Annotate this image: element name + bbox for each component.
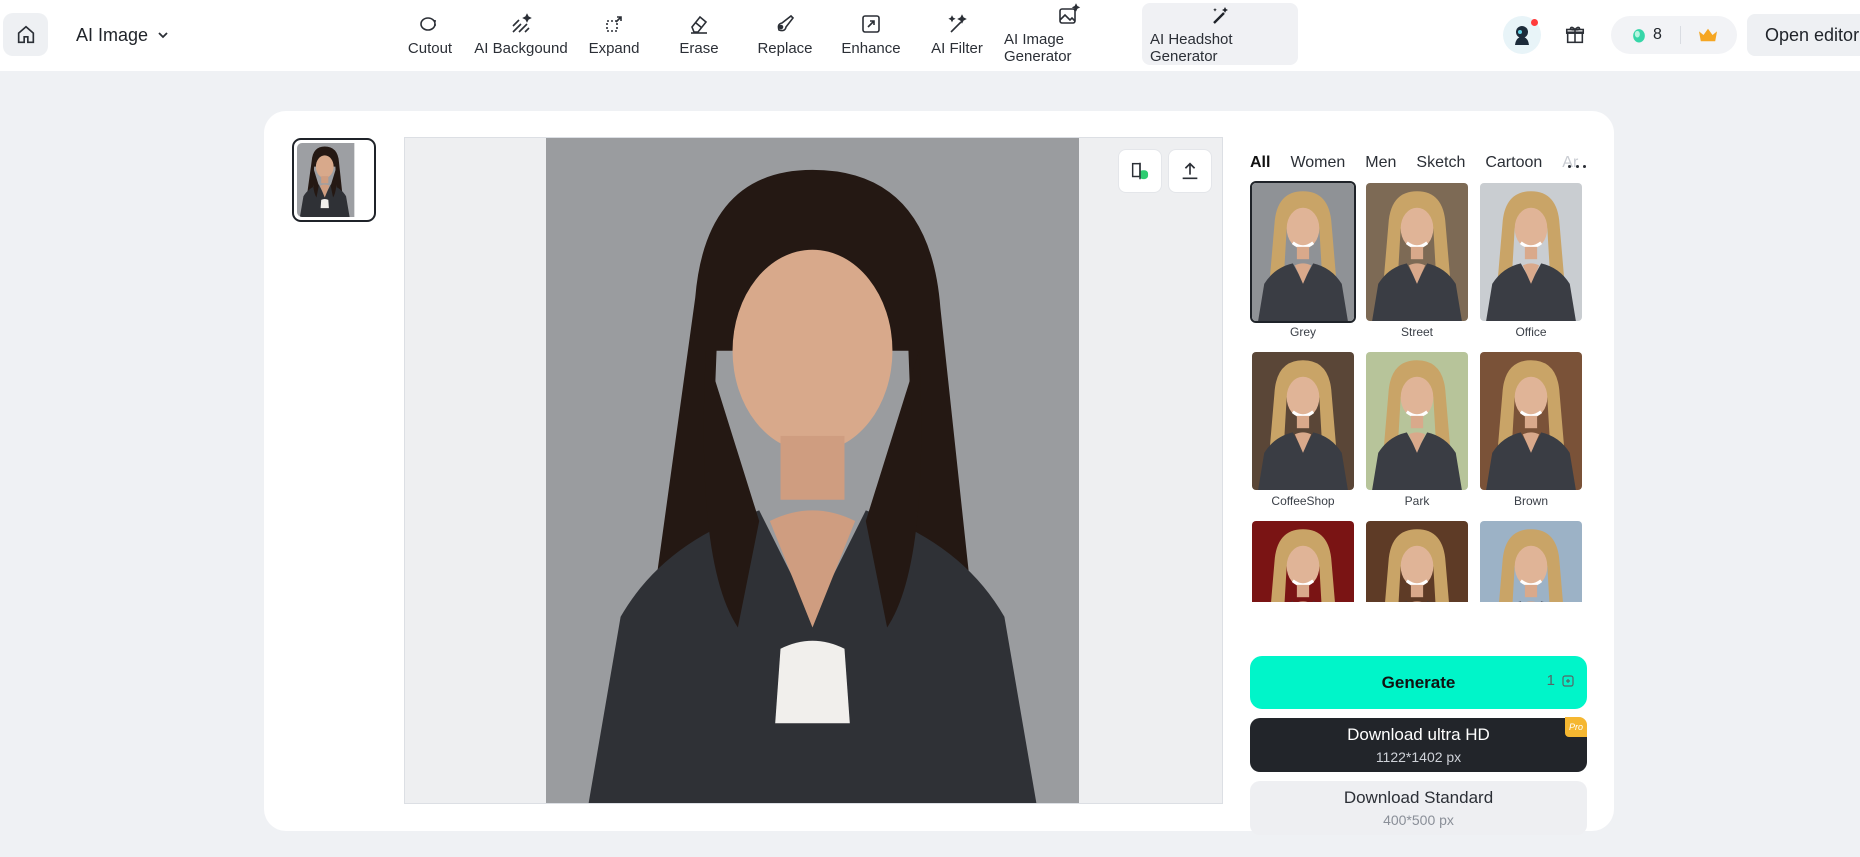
account-area: 8 Open editor xyxy=(1503,12,1860,58)
style-thumbnail xyxy=(1364,519,1470,602)
tool-ai-headshot-generator[interactable]: AI Headshot Generator xyxy=(1142,3,1298,65)
upload-icon xyxy=(1182,162,1198,180)
credits-pill[interactable]: 8 xyxy=(1611,16,1737,54)
gift-button[interactable] xyxy=(1557,17,1593,53)
tool-label: Expand xyxy=(588,39,640,57)
ai-image-generator-icon xyxy=(1059,3,1081,24)
tool-cutout[interactable]: Cutout xyxy=(394,3,466,65)
tool-enhance[interactable]: Enhance xyxy=(824,3,918,65)
tool-erase[interactable]: Erase xyxy=(652,3,746,65)
style-tile-coffeeshop[interactable]: CoffeeShop xyxy=(1250,350,1356,511)
tool-replace[interactable]: Replace xyxy=(746,3,824,65)
cutout-icon xyxy=(420,16,436,31)
download-standard-button[interactable]: Download Standard 400*500 px xyxy=(1250,781,1587,835)
home-button[interactable] xyxy=(3,13,48,56)
more-icon[interactable] xyxy=(1566,158,1588,174)
generate-button[interactable]: Generate 1 xyxy=(1250,656,1587,709)
tool-label: AI Headshot Generator xyxy=(1150,31,1233,65)
replace-icon xyxy=(777,14,795,31)
style-label: Grey xyxy=(1289,325,1316,339)
tab-all[interactable]: All xyxy=(1250,154,1270,176)
style-tile-library[interactable] xyxy=(1364,519,1470,602)
generate-cost-value: 1 xyxy=(1546,672,1555,689)
erase-icon xyxy=(691,15,708,34)
app-switcher[interactable]: AI Image xyxy=(76,22,170,48)
style-tile-grey[interactable]: Grey xyxy=(1250,181,1356,342)
download-ultra-hd-button[interactable]: Download ultra HD 1122*1402 px Pro xyxy=(1250,717,1587,772)
top-bar: AI Image Cutout AI Backgound Expand Eras… xyxy=(0,0,1860,71)
download-hd-label: Download ultra HD xyxy=(1347,725,1490,744)
credits-count: 8 xyxy=(1653,26,1662,43)
style-label: Brown xyxy=(1513,494,1548,508)
source-thumbnail[interactable] xyxy=(292,138,376,222)
upload-button[interactable] xyxy=(1168,149,1212,193)
app-name: AI Image xyxy=(76,24,149,45)
style-thumbnail xyxy=(1250,181,1356,323)
crown-icon xyxy=(1698,28,1717,42)
style-thumbnail xyxy=(1478,519,1584,602)
tool-expand[interactable]: Expand xyxy=(576,3,652,65)
compare-icon xyxy=(1131,162,1149,180)
download-std-size: 400*500 px xyxy=(1383,812,1454,828)
credit-cost-icon xyxy=(1562,674,1574,687)
style-grid: Grey Street Office CoffeeShop Park Brown xyxy=(1250,181,1590,602)
style-tile-park[interactable]: Park xyxy=(1364,350,1470,511)
style-label: CoffeeShop xyxy=(1271,494,1335,508)
tab-cartoon[interactable]: Cartoon xyxy=(1485,154,1542,176)
style-category-tabs: All Women Men Sketch Cartoon Ar xyxy=(1250,154,1590,176)
open-editor-button[interactable]: Open editor xyxy=(1747,14,1860,56)
credits-icon xyxy=(1633,29,1645,43)
style-label: Office xyxy=(1515,325,1547,339)
compare-button[interactable] xyxy=(1118,149,1162,193)
style-tile-street[interactable]: Street xyxy=(1364,181,1470,342)
headshot-preview-image xyxy=(546,138,1079,803)
home-icon xyxy=(17,25,34,43)
thumbnail-image xyxy=(297,143,371,217)
tab-sketch[interactable]: Sketch xyxy=(1416,154,1465,176)
style-thumbnail xyxy=(1364,181,1470,323)
download-hd-size: 1122*1402 px xyxy=(1375,749,1462,765)
tool-label: AI Filter xyxy=(931,39,983,57)
style-label: Park xyxy=(1404,494,1430,508)
tool-ai-image-generator[interactable]: AI Image Generator xyxy=(996,3,1142,65)
tool-label: Cutout xyxy=(407,39,453,57)
generate-label: Generate xyxy=(1381,672,1456,692)
style-tile-office[interactable]: Office xyxy=(1478,181,1584,342)
style-tile-red[interactable] xyxy=(1250,519,1356,602)
download-std-label: Download Standard xyxy=(1343,788,1494,807)
style-thumbnail xyxy=(1250,350,1356,492)
tab-women[interactable]: Women xyxy=(1290,154,1345,176)
style-label: Street xyxy=(1400,325,1433,339)
expand-icon xyxy=(606,15,622,32)
ai-background-icon xyxy=(512,12,532,33)
chevron-down-icon xyxy=(158,32,168,39)
enhance-icon xyxy=(862,14,880,33)
tool-label: Replace xyxy=(757,39,813,57)
style-grid-scroll[interactable]: Grey Street Office CoffeeShop Park Brown xyxy=(1250,181,1590,602)
notification-dot xyxy=(1531,19,1538,26)
style-tile-city[interactable] xyxy=(1478,519,1584,602)
style-tile-brown[interactable]: Brown xyxy=(1478,350,1584,511)
tool-label: AI Image Generator xyxy=(1004,31,1072,65)
divider xyxy=(1679,26,1681,44)
ai-filter-icon xyxy=(948,13,967,33)
tool-ai-filter[interactable]: AI Filter xyxy=(918,3,996,65)
tool-tabs: Cutout AI Backgound Expand Erase Replace… xyxy=(394,3,1298,65)
style-thumbnail xyxy=(1478,350,1584,492)
style-thumbnail xyxy=(1250,519,1356,602)
tab-men[interactable]: Men xyxy=(1365,154,1396,176)
tool-label: Enhance xyxy=(841,39,901,57)
tool-label: AI Backgound xyxy=(474,39,568,57)
pro-badge: Pro xyxy=(1565,717,1587,737)
gift-icon xyxy=(1565,26,1585,44)
tool-ai-background[interactable]: AI Backgound xyxy=(466,3,576,65)
avatar-icon xyxy=(1515,26,1529,45)
style-thumbnail xyxy=(1364,350,1470,492)
style-thumbnail xyxy=(1478,181,1584,323)
ai-headshot-generator-icon xyxy=(1213,7,1228,24)
tool-label: Erase xyxy=(679,39,719,57)
generate-cost: 1 xyxy=(1547,672,1575,689)
notification-avatar-button[interactable] xyxy=(1503,16,1541,54)
